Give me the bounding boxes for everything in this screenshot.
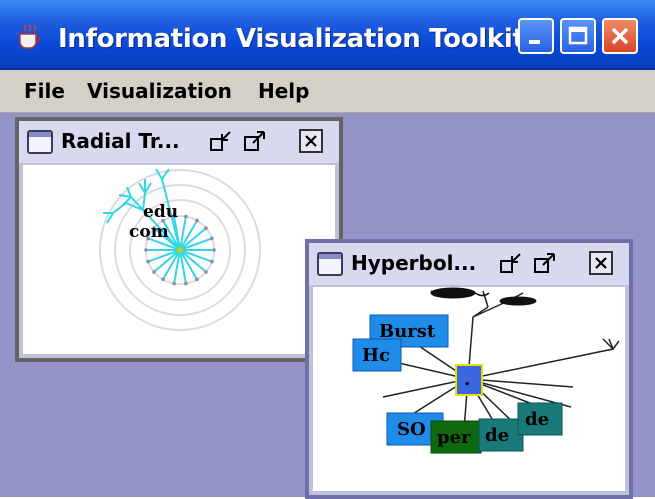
radial-label-edu: edu bbox=[143, 202, 178, 222]
hyper-frame-titlebar[interactable]: Hyperbol... bbox=[309, 243, 629, 285]
iconify-button[interactable] bbox=[499, 251, 523, 275]
frame-window-icon bbox=[317, 252, 343, 276]
menu-help[interactable]: Help bbox=[258, 79, 309, 103]
hyper-node-hc: Hc bbox=[362, 345, 390, 366]
close-button[interactable] bbox=[602, 18, 638, 54]
hyper-node-dot: . bbox=[464, 369, 470, 390]
maximize-frame-icon bbox=[244, 131, 265, 151]
menu-bar: File Visualization Help bbox=[0, 70, 655, 113]
hyperbolic-tree-frame[interactable]: Hyperbol... Burst Hc . SO per de de bbox=[305, 239, 633, 499]
hyper-node-per: per bbox=[437, 427, 471, 448]
desktop-pane: Radial Tr... edu com Hyperbol... Burst H… bbox=[0, 113, 655, 499]
java-cup-icon bbox=[19, 23, 40, 49]
app-window: Information Visualization Toolkit File V… bbox=[0, 0, 655, 499]
close-icon bbox=[611, 27, 629, 45]
radial-tree-graph: edu com bbox=[99, 168, 261, 331]
hyper-frame-title: Hyperbol... bbox=[351, 251, 477, 275]
radial-frame-titlebar[interactable]: Radial Tr... bbox=[19, 121, 339, 163]
radial-label-com: com bbox=[129, 222, 169, 242]
maximize-icon bbox=[568, 26, 588, 45]
window-title: Information Visualization Toolkit bbox=[58, 24, 525, 54]
iconify-icon bbox=[500, 253, 521, 273]
radial-tree-frame[interactable]: Radial Tr... edu com bbox=[15, 117, 343, 362]
hyper-node-so: SO bbox=[397, 419, 426, 440]
maximize-frame-icon bbox=[534, 253, 555, 273]
minimize-icon bbox=[529, 40, 540, 44]
maximize-frame-button[interactable] bbox=[243, 129, 267, 153]
hyper-node-de-1: de bbox=[485, 425, 509, 446]
hyper-node-de-2: de bbox=[525, 409, 549, 430]
radial-frame-title: Radial Tr... bbox=[61, 129, 180, 153]
frame-close-button[interactable] bbox=[589, 251, 613, 275]
radial-tree-canvas[interactable]: edu com bbox=[23, 165, 335, 354]
menu-file[interactable]: File bbox=[24, 79, 65, 103]
frame-close-icon bbox=[305, 135, 317, 147]
maximize-frame-button[interactable] bbox=[533, 251, 557, 275]
hyperbolic-tree-canvas[interactable]: Burst Hc . SO per de de bbox=[313, 287, 625, 491]
iconify-button[interactable] bbox=[209, 129, 233, 153]
title-bar[interactable]: Information Visualization Toolkit bbox=[0, 0, 655, 70]
frame-close-icon bbox=[595, 257, 607, 269]
iconify-icon bbox=[210, 131, 231, 151]
hyperbolic-tree-graph: Burst Hc . SO per de de bbox=[352, 287, 620, 454]
frame-window-icon bbox=[27, 130, 53, 154]
frame-close-button[interactable] bbox=[299, 129, 323, 153]
maximize-button[interactable] bbox=[560, 18, 596, 54]
menu-visualization[interactable]: Visualization bbox=[87, 79, 232, 103]
minimize-button[interactable] bbox=[518, 18, 554, 54]
